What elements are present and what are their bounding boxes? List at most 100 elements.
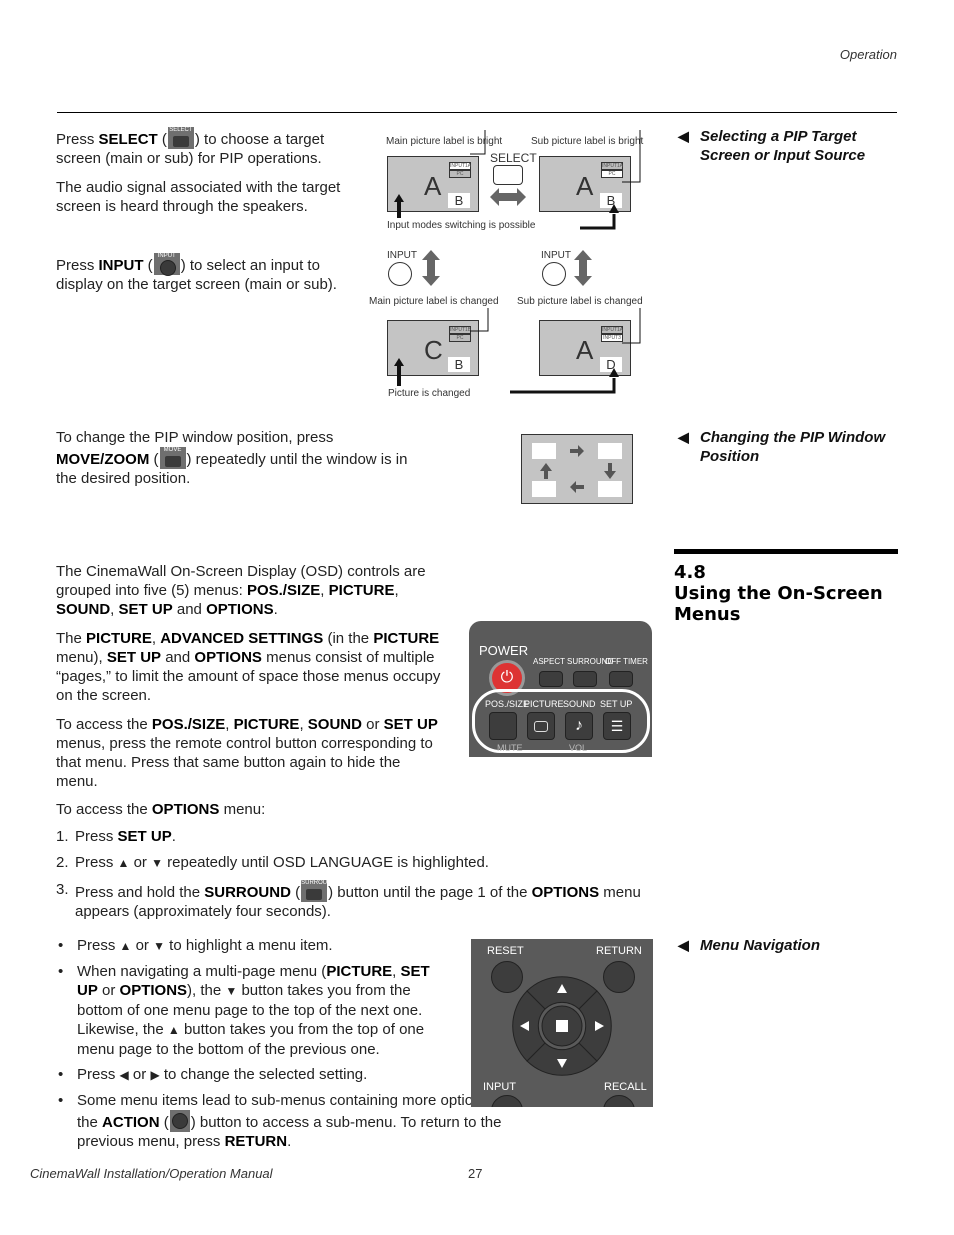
arrow-down-icon: ▼ <box>151 856 163 870</box>
section-heading: 4.8 Using the On-Screen Menus <box>674 562 883 625</box>
side-heading-pip-target: ◀ Selecting a PIP Target Screen or Input S… <box>678 128 866 164</box>
bold-term: POS./SIZE <box>151 716 226 733</box>
arrow-down-icon: ▼ <box>225 984 238 998</box>
arrow-up-icon: ▲ <box>167 1023 180 1037</box>
remote-navigation-image: RESET RETURN INPUT RECALL <box>471 939 653 1107</box>
bold-term: SET UP <box>117 828 172 845</box>
bullet-icon: • <box>58 937 64 954</box>
osd-text: The CinemaWall On-Screen Display (OSD) c… <box>56 562 446 791</box>
options-access-paragraph: To access the OPTIONS menu: <box>56 801 266 818</box>
select-button-icon: SELECT <box>167 127 194 149</box>
arrow-left-icon: ◀ <box>119 1068 129 1082</box>
picture-changed-label: Picture is changed <box>388 388 471 399</box>
bold-term: OPTIONS <box>151 801 220 818</box>
updown-arrow-icon <box>574 250 592 286</box>
osd-access-paragraph: To access the POS./SIZE, PICTURE, SOUND … <box>56 716 438 790</box>
bold-term: OPTIONS <box>531 884 600 901</box>
bold-term: OPTIONS <box>119 982 188 999</box>
bullet-item: • Press ◀ or ▶ to change the selected set… <box>58 1066 368 1083</box>
running-header: Operation <box>839 47 897 62</box>
direction-pad <box>512 976 612 1076</box>
osd-options-text: To access the OPTIONS menu: 1. Press SET … <box>56 800 656 928</box>
input-label: INPUT <box>387 250 417 261</box>
section-rule <box>674 549 898 554</box>
bold-term: OPTIONS <box>194 649 262 666</box>
arrow-up-icon: ▲ <box>117 856 130 870</box>
input-button-icon: INPUT <box>153 253 180 276</box>
bold-term: RETURN <box>224 1133 288 1150</box>
select-label: SELECT <box>490 151 537 165</box>
input-button-diagram <box>388 262 412 286</box>
header-rule <box>57 112 897 113</box>
audio-paragraph: The audio signal associated with the tar… <box>56 179 341 215</box>
bold-term: SET UP <box>383 716 438 733</box>
arrow-right-icon: ▶ <box>150 1068 160 1082</box>
action-button-icon <box>169 1110 190 1132</box>
callout-line <box>622 308 641 344</box>
side-heading-pip-position: ◀ Changing the PIP Window Position <box>678 429 886 465</box>
input-button-diagram <box>542 262 566 286</box>
callout-line <box>470 308 489 332</box>
surround-button-icon: SURROUND <box>301 880 336 902</box>
switching-label: Input modes switching is possible <box>387 220 536 231</box>
bullet-item: • Press ▲ or ▼ to highlight a menu item. <box>58 937 333 954</box>
step-number: 2. <box>56 854 69 871</box>
bold-term: POS./SIZE <box>246 582 321 599</box>
step-number: 3. <box>56 881 69 898</box>
page-number: 27 <box>468 1166 483 1181</box>
osd-intro-paragraph: The CinemaWall On-Screen Display (OSD) c… <box>56 563 426 618</box>
bullet-icon: • <box>58 963 64 980</box>
input-paragraph: Press INPUT (INPUT) to select an input t… <box>56 253 337 293</box>
bold-term: SOUND <box>307 716 362 733</box>
bold-term: PICTURE <box>326 963 393 980</box>
step-item: 2. Press ▲ or ▼ repeatedly until OSD LANG… <box>56 854 489 871</box>
bold-term: ACTION <box>102 1114 160 1131</box>
pointer-icon: ◀ <box>678 128 689 144</box>
select-button-diagram <box>493 165 523 185</box>
pointer-icon: ◀ <box>678 937 689 953</box>
bold-term: SET UP <box>106 649 162 666</box>
pip-input-text: Press INPUT (INPUT) to select an input t… <box>56 253 356 294</box>
remote-menu-buttons-image: POWER ⏻ ASPECT SURROUND OFF TIMER POS./S… <box>469 621 652 757</box>
sub-changed-label: Sub picture label is changed <box>517 296 643 307</box>
step-item: 1. Press SET UP. <box>56 828 176 845</box>
off-timer-button <box>609 671 633 687</box>
cycle-arrows-icon <box>540 445 616 493</box>
bold-term: ADVANCED SETTINGS <box>160 630 324 647</box>
aspect-button <box>539 671 563 687</box>
bullet-icon: • <box>58 1066 64 1083</box>
pip-position-text: To change the PIP window position, press… <box>56 429 408 487</box>
bold-term: OPTIONS <box>206 601 274 618</box>
options-steps: 1. Press SET UP. 2. Press ▲ or ▼ repeatedly… <box>56 827 656 921</box>
move-button-icon: MOVE <box>159 447 186 469</box>
osd-pages-paragraph: The PICTURE, ADVANCED SETTINGS (in the P… <box>56 630 441 704</box>
bold-term: SOUND <box>56 601 111 618</box>
recall-button <box>603 1095 635 1107</box>
bold-term: PICTURE <box>233 716 300 733</box>
callout-line <box>622 130 641 183</box>
pip-diagram: Main picture label is bright Sub picture… <box>360 130 670 410</box>
picture-button <box>527 712 555 740</box>
surround-button <box>573 671 597 687</box>
side-heading-menu-navigation: ◀ Menu Navigation <box>678 937 821 954</box>
select-paragraph: Press SELECT (SELECT) to choose a target… <box>56 127 325 167</box>
footer-manual-title: CinemaWall Installation/Operation Manual <box>30 1166 273 1181</box>
pip-position-diagram <box>521 434 633 504</box>
input-button <box>491 1095 523 1107</box>
sound-button: ♪ <box>565 712 593 740</box>
main-changed-label: Main picture label is changed <box>369 296 499 307</box>
pos-size-button <box>489 712 517 740</box>
bold-term: SURROUND <box>204 884 291 901</box>
bold-term: SET UP <box>118 601 173 618</box>
step-number: 1. <box>56 828 69 845</box>
pointer-icon: ◀ <box>678 429 689 445</box>
input-label: INPUT <box>541 250 571 261</box>
step-item: 3. Press and hold the SURROUND (SURROUND)… <box>56 880 641 920</box>
bullet-icon: • <box>58 1092 64 1109</box>
set-up-button: ☰ <box>603 712 631 740</box>
updown-arrow-icon <box>422 250 440 286</box>
pip-select-text: Press SELECT (SELECT) to choose a target… <box>56 127 356 216</box>
bold-term: PICTURE <box>328 582 395 599</box>
bullet-item: • When navigating a multi-page menu (PICT… <box>58 963 430 1058</box>
bold-term: PICTURE <box>86 630 152 647</box>
